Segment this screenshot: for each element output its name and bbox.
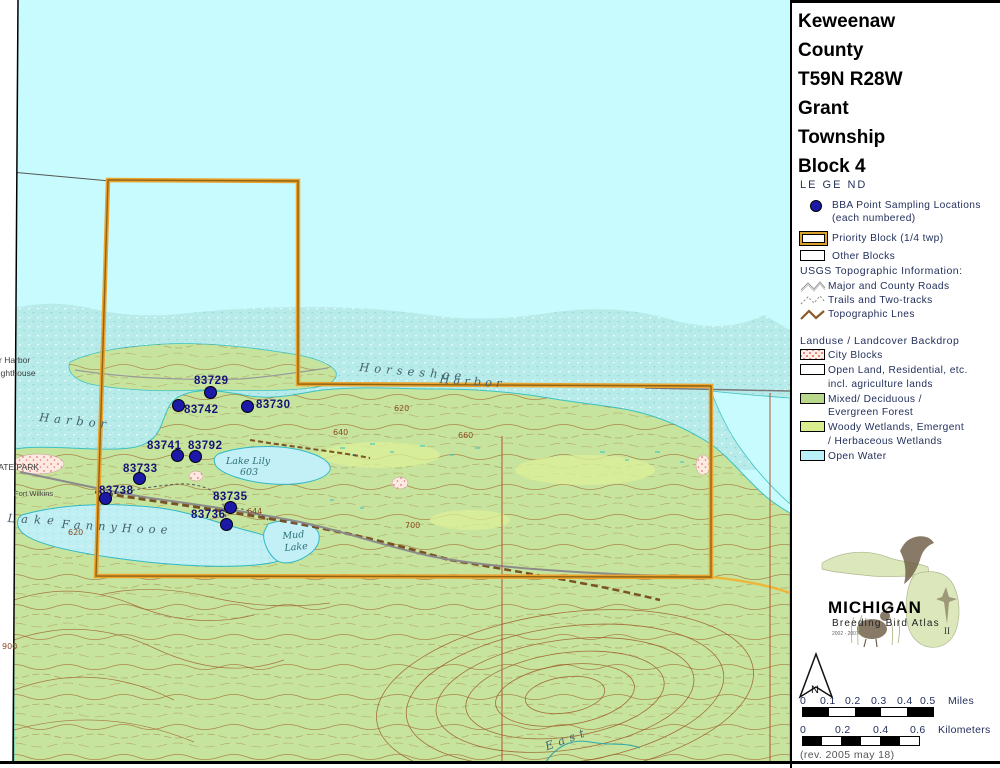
logo-sub-text: Breeding Bird Atlas [832, 618, 940, 629]
title-line: Township [798, 123, 1000, 152]
km-bar [802, 736, 920, 746]
info-panel: Keweenaw County T59N R28W Grant Township… [790, 0, 1000, 768]
forest-swatch [800, 393, 825, 404]
landuse-forest-label2: Evergreen Forest [828, 407, 913, 418]
landuse-forest-label: Mixed/ Deciduous / [828, 394, 922, 405]
title-line: Grant [798, 94, 1000, 123]
mile-tick: 0.4 [897, 695, 913, 707]
usgs-topo-label: Topographic Lnes [828, 309, 915, 320]
mile-tick: 0.3 [871, 695, 887, 707]
landuse-city-label: City Blocks [828, 350, 883, 361]
usgs-section: USGS Topographic Information: Major and … [792, 265, 1000, 321]
priority-block-icon [800, 232, 827, 245]
km-tick: 0.4 [873, 724, 889, 736]
legend-bba-label2: (each numbered) [832, 213, 916, 224]
landuse-wetland-label: Woody Wetlands, Emergent [828, 422, 964, 433]
landuse-heading: Landuse / Landcover Backdrop [792, 335, 1000, 347]
mbba-logo: MICHIGAN Breeding Bird Atlas 2002 - 2007… [792, 533, 1000, 653]
km-tick: 0 [800, 724, 806, 736]
scalebar-km: 0 0.2 0.4 0.6 Kilometers [792, 724, 1000, 746]
usgs-heading: USGS Topographic Information: [792, 265, 1000, 277]
km-tick: 0.2 [835, 724, 851, 736]
title-line: T59N R28W [798, 65, 1000, 94]
mile-tick: 0.2 [845, 695, 861, 707]
logo-name-text: MICHIGAN [828, 598, 922, 617]
usgs-trails-label: Trails and Two-tracks [828, 295, 933, 306]
topographic-map-graphic [0, 0, 790, 763]
landuse-water-label: Open Water [828, 451, 887, 462]
mile-unit: Miles [948, 695, 974, 707]
legend-priority-label: Priority Block (1/4 twp) [832, 233, 944, 244]
usgs-roads-label: Major and County Roads [828, 281, 950, 292]
landuse-wetland-label2: / Herbaceous Wetlands [828, 436, 942, 447]
km-unit: Kilometers [938, 724, 991, 736]
landuse-section: Landuse / Landcover Backdrop City Blocks… [792, 335, 1000, 464]
logo-numeral-text: II [944, 626, 950, 636]
landuse-open-label: Open Land, Residential, etc. [828, 365, 968, 376]
km-tick: 0.6 [910, 724, 926, 736]
revision-note: (rev. 2005 may 18) [792, 749, 1000, 761]
map-title: Keweenaw County T59N R28W Grant Township… [792, 7, 1000, 181]
city-blocks-swatch [800, 349, 825, 360]
scalebar-miles: 0 0.1 0.2 0.3 0.4 0.5 Miles [792, 695, 1000, 717]
title-line: Keweenaw [798, 7, 1000, 36]
logo-years-text: 2002 - 2007 [832, 631, 859, 637]
mile-tick: 0 [800, 695, 806, 707]
miles-bar [802, 707, 934, 717]
screenshot-root: 8372983742837308374183792837338373883735… [0, 0, 1000, 768]
map-canvas: 8372983742837308374183792837338373883735… [0, 0, 790, 763]
frame-bottom-border [0, 761, 1000, 764]
legend-section: LE GE ND BBA Point Sampling Locations (e… [792, 179, 1000, 263]
landuse-open-label2: incl. agriculture lands [828, 379, 933, 390]
open-land-swatch [800, 364, 825, 375]
bba-point-icon [810, 200, 822, 212]
legend-bba-label: BBA Point Sampling Locations [832, 200, 981, 211]
title-line: Block 4 [798, 152, 1000, 181]
mile-tick: 0.5 [920, 695, 936, 707]
legend-other-label: Other Blocks [832, 251, 895, 262]
topographic-lines-icon [800, 308, 826, 325]
legend-heading: LE GE ND [792, 179, 1000, 191]
mile-tick: 0.1 [820, 695, 836, 707]
wetland-swatch [800, 421, 825, 432]
open-water-swatch [800, 450, 825, 461]
title-line: County [798, 36, 1000, 65]
other-blocks-icon [800, 250, 825, 261]
